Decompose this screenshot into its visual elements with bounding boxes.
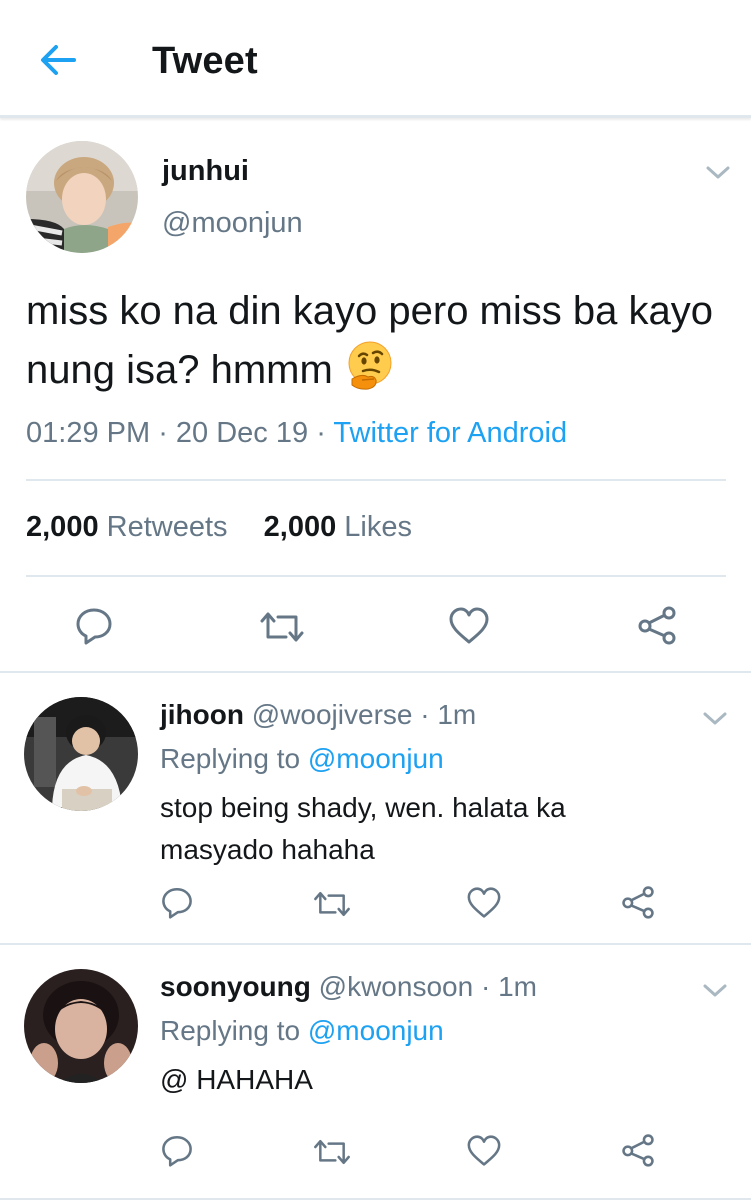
top-bar: Tweet (0, 0, 751, 118)
likes-stat[interactable]: 2,000 Likes (264, 511, 412, 543)
author-handle[interactable]: @kwonsoon (319, 971, 474, 1002)
likes-label: Likes (344, 511, 412, 543)
retweet-icon[interactable] (312, 889, 352, 924)
chevron-down-icon[interactable] (705, 165, 731, 181)
reply-time: 1m (437, 699, 477, 730)
tweet-source-link[interactable]: Twitter for Android (333, 417, 567, 449)
replying-to-handle[interactable]: @moonjun (308, 743, 444, 774)
page-title: Tweet (152, 40, 258, 82)
tweet-time: 01:29 PM (26, 417, 151, 449)
replying-to-label: Replying to (160, 743, 301, 774)
reply-header: soonyoung @kwonsoon · 1m (160, 971, 537, 1003)
main-tweet: junhui @moonjun miss ko na din kayo pero… (0, 121, 751, 673)
author-name[interactable]: jihoon (160, 699, 244, 730)
share-icon[interactable] (620, 1133, 656, 1172)
meta-separator: · (316, 417, 334, 449)
likes-count: 2,000 (263, 511, 337, 543)
share-icon[interactable] (636, 605, 678, 650)
like-icon[interactable] (448, 607, 490, 650)
divider (26, 479, 726, 481)
like-icon[interactable] (466, 1135, 502, 1172)
replying-to: Replying to @moonjun (160, 1015, 444, 1047)
reply-icon[interactable] (160, 1133, 194, 1172)
tweet-stats: 2,000 Retweets 2,000 Likes (26, 511, 412, 544)
replying-to-handle[interactable]: @moonjun (308, 1015, 444, 1046)
retweet-icon[interactable] (258, 609, 306, 650)
author-name[interactable]: soonyoung (160, 971, 311, 1002)
reply-text: stop being shady, wen. halata ka masyado… (160, 792, 566, 865)
tweet-text: miss ko na din kayo pero miss ba kayo nu… (26, 283, 726, 398)
chevron-down-icon[interactable] (702, 983, 728, 999)
author-handle[interactable]: @moonjun (162, 207, 303, 240)
reply-text: @ HAHAHA (160, 1064, 313, 1095)
replying-to: Replying to @moonjun (160, 743, 444, 775)
avatar[interactable] (24, 697, 138, 811)
reply-icon[interactable] (160, 885, 194, 924)
retweets-label: Retweets (106, 511, 228, 543)
avatar[interactable] (24, 969, 138, 1083)
author-handle[interactable]: @woojiverse (252, 699, 413, 730)
reply-icon[interactable] (74, 605, 114, 650)
reply-tweet[interactable]: jihoon @woojiverse · 1m Replying to @moo… (0, 675, 751, 945)
chevron-down-icon[interactable] (702, 711, 728, 727)
meta-separator: · (158, 417, 176, 449)
divider (26, 575, 726, 577)
back-arrow-icon[interactable] (36, 40, 80, 80)
reply-tweet[interactable]: soonyoung @kwonsoon · 1m Replying to @mo… (0, 947, 751, 1200)
meta-separator: · (420, 699, 430, 730)
author-name[interactable]: junhui (162, 155, 249, 188)
reply-time: 1m (498, 971, 537, 1002)
tweet-meta: 01:29 PM · 20 Dec 19 · Twitter for Andro… (26, 417, 567, 450)
reply-header: jihoon @woojiverse · 1m (160, 699, 476, 731)
retweets-count: 2,000 (26, 511, 99, 543)
meta-separator: · (480, 971, 491, 1002)
retweets-stat[interactable]: 2,000 Retweets (26, 511, 228, 543)
tweet-date: 20 Dec 19 (175, 417, 309, 449)
retweet-icon[interactable] (312, 1137, 352, 1172)
replying-to-label: Replying to (160, 1015, 301, 1046)
like-icon[interactable] (466, 887, 502, 924)
avatar[interactable] (26, 141, 138, 253)
thinking-face-emoji-icon (348, 341, 392, 390)
share-icon[interactable] (620, 885, 656, 924)
